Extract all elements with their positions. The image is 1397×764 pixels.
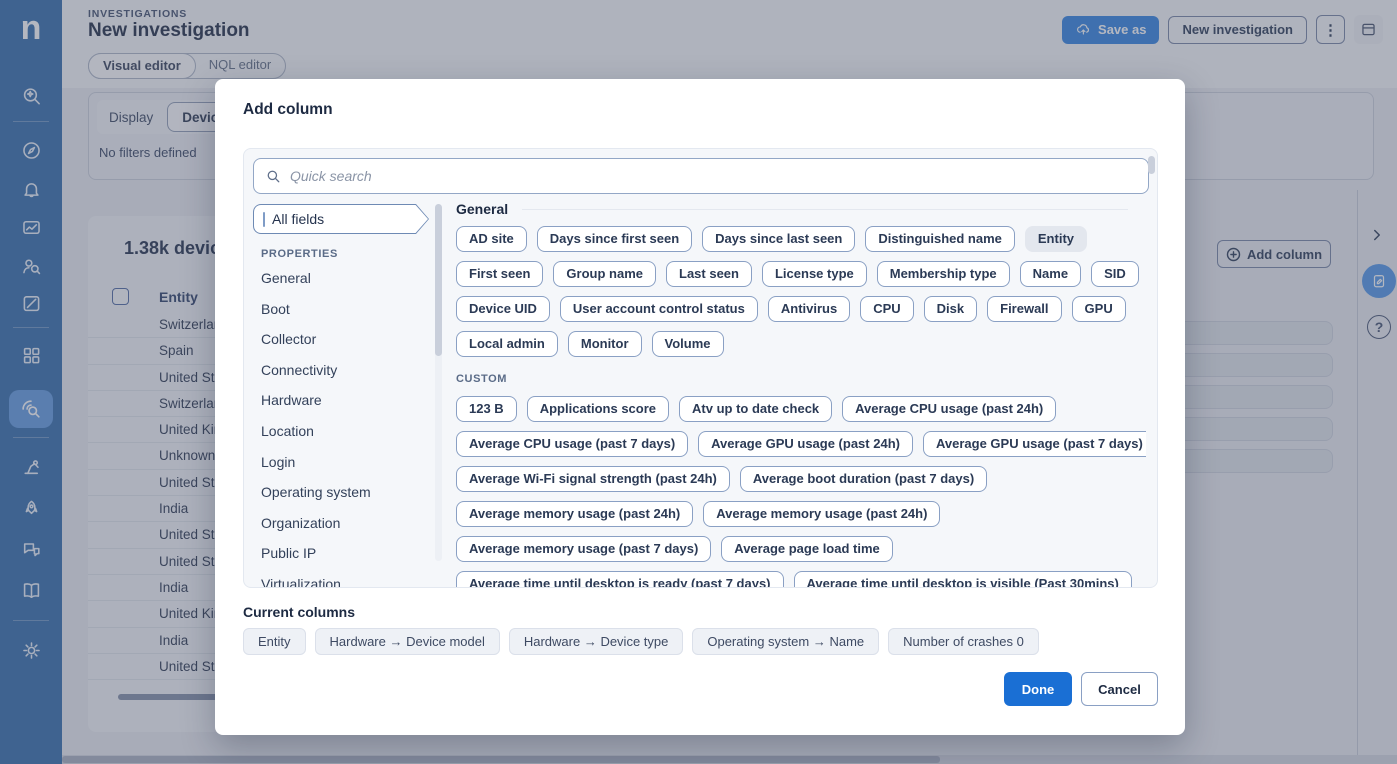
field-chip[interactable]: AD site (456, 226, 527, 252)
app-root: n (0, 0, 1397, 764)
category-item[interactable]: Boot (261, 294, 431, 325)
field-chip[interactable]: Antivirus (768, 296, 850, 322)
field-chip[interactable]: Average time until desktop is visible (P… (794, 571, 1132, 587)
add-column-modal: Add column All fields PROPERTIES General… (215, 79, 1185, 735)
field-chip[interactable]: Average boot duration (past 7 days) (740, 466, 987, 492)
field-chip[interactable]: Average memory usage (past 24h) (703, 501, 940, 527)
field-chip[interactable]: Membership type (877, 261, 1010, 287)
category-item[interactable]: Organization (261, 508, 431, 539)
field-chip[interactable]: Average memory usage (past 24h) (456, 501, 693, 527)
field-chip[interactable]: Disk (924, 296, 977, 322)
caret-bar (263, 212, 265, 227)
category-item[interactable]: Connectivity (261, 355, 431, 386)
current-column-chip[interactable]: Entity (243, 628, 306, 655)
search-icon (266, 169, 281, 184)
search-input[interactable] (290, 168, 1136, 184)
field-chip[interactable]: Average CPU usage (past 24h) (842, 396, 1056, 422)
field-chip[interactable]: Days since last seen (702, 226, 855, 252)
category-item[interactable]: Collector (261, 324, 431, 355)
category-scrollbar-thumb[interactable] (435, 204, 442, 356)
field-chip[interactable]: Average Wi-Fi signal strength (past 24h) (456, 466, 730, 492)
properties-heading: PROPERTIES (261, 248, 338, 260)
field-chip[interactable]: Local admin (456, 331, 558, 357)
field-chip[interactable]: Entity (1025, 226, 1087, 252)
field-chip[interactable]: Average page load time (721, 536, 892, 562)
field-chip[interactable]: Average CPU usage (past 7 days) (456, 431, 688, 457)
field-chip[interactable]: Days since first seen (537, 226, 692, 252)
section-custom-heading: CUSTOM (456, 373, 1146, 387)
current-column-chip[interactable]: Number of crashes 0 (888, 628, 1039, 655)
field-chip[interactable]: Applications score (527, 396, 669, 422)
field-chip[interactable]: Average time until desktop is ready (pas… (456, 571, 784, 587)
cancel-button[interactable]: Cancel (1081, 672, 1158, 706)
scope-selector-all-fields[interactable]: All fields (253, 204, 429, 234)
category-item[interactable]: Public IP (261, 538, 431, 569)
category-item[interactable]: General (261, 263, 431, 294)
field-chip[interactable]: SID (1091, 261, 1139, 287)
field-chip[interactable]: 123 B (456, 396, 517, 422)
current-column-chip[interactable]: Hardware → Device model (315, 628, 500, 655)
field-chip[interactable]: CPU (860, 296, 913, 322)
category-item[interactable]: Virtualization (261, 569, 431, 588)
current-columns-list: Entity Hardware → Device model Hardware → … (243, 628, 1039, 655)
fields-scrollbar-thumb[interactable] (1148, 156, 1155, 174)
category-item[interactable]: Location (261, 416, 431, 447)
field-chip[interactable]: Distinguished name (865, 226, 1015, 252)
field-chip[interactable]: Average memory usage (past 7 days) (456, 536, 711, 562)
current-column-chip[interactable]: Hardware → Device type (509, 628, 684, 655)
scope-label: All fields (272, 211, 324, 227)
field-picker-panel: All fields PROPERTIES GeneralBootCollect… (243, 148, 1158, 588)
category-item[interactable]: Hardware (261, 385, 431, 416)
field-chip[interactable]: First seen (456, 261, 543, 287)
field-chip[interactable]: User account control status (560, 296, 758, 322)
field-chip[interactable]: Firewall (987, 296, 1061, 322)
category-list: GeneralBootCollectorConnectivityHardware… (261, 263, 431, 588)
field-chip[interactable]: Name (1020, 261, 1081, 287)
field-chip[interactable]: Group name (553, 261, 656, 287)
current-columns-heading: Current columns (243, 604, 355, 620)
modal-title: Add column (243, 101, 333, 119)
fields-area: General AD site Days since first seen Days… (456, 199, 1146, 587)
field-chip[interactable]: Atv up to date check (679, 396, 832, 422)
done-button[interactable]: Done (1004, 672, 1072, 706)
section-general-heading: General (456, 201, 508, 217)
current-column-chip[interactable]: Operating system → Name (692, 628, 879, 655)
field-chip[interactable]: Last seen (666, 261, 752, 287)
quick-search-box (253, 158, 1149, 194)
category-item[interactable]: Login (261, 447, 431, 478)
field-chip[interactable]: Device UID (456, 296, 550, 322)
field-chip[interactable]: GPU (1072, 296, 1126, 322)
field-chip[interactable]: Volume (652, 331, 724, 357)
field-chip[interactable]: Average GPU usage (past 24h) (698, 431, 913, 457)
category-item[interactable]: Operating system (261, 477, 431, 508)
field-chip[interactable]: Average GPU usage (past 7 days) (923, 431, 1146, 457)
field-chip[interactable]: Monitor (568, 331, 642, 357)
section-divider (522, 209, 1128, 210)
field-chip[interactable]: License type (762, 261, 867, 287)
